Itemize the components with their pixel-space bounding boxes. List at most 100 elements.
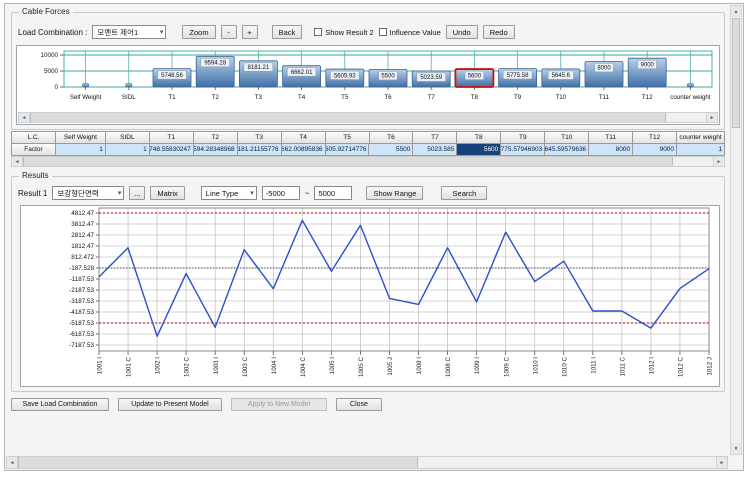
bar-chart-x-label: T5	[341, 94, 349, 101]
factor-table-scroll-thumb[interactable]	[23, 157, 673, 166]
chevron-down-icon: ▾	[118, 189, 122, 197]
factor-table-header-cell: T2	[194, 132, 238, 144]
result-series-line	[99, 220, 709, 336]
scroll-left-icon[interactable]: ◄	[12, 157, 23, 166]
back-button[interactable]: Back	[272, 25, 303, 39]
bar-chart-x-label: T6	[384, 94, 392, 101]
factor-table-header-cell: L.C.	[12, 132, 56, 144]
factor-cell[interactable]: 1	[56, 144, 106, 156]
window-v-scroll-thumb[interactable]	[732, 18, 740, 128]
bar-chart-x-label: counter weight	[670, 94, 711, 101]
scroll-left-icon[interactable]: ◄	[19, 113, 30, 122]
factor-cell[interactable]: 5748.55830247	[150, 144, 194, 156]
cable-forces-group-label: Cable Forces	[19, 7, 73, 16]
factor-cell[interactable]: 8181.21155776	[238, 144, 282, 156]
factor-row-label[interactable]: Factor	[12, 144, 56, 156]
matrix-button[interactable]: Matrix	[150, 186, 184, 200]
close-button[interactable]: Close	[336, 398, 382, 411]
checkbox-icon	[379, 28, 387, 36]
bar-chart-x-label: T1	[168, 94, 176, 101]
factor-cell[interactable]: 5023.585	[413, 144, 457, 156]
scroll-up-icon[interactable]: ▲	[731, 6, 741, 17]
bar-value-label: 9594.28	[204, 61, 226, 67]
browse-button[interactable]: ...	[129, 186, 145, 200]
search-button[interactable]: Search	[441, 186, 487, 200]
redo-button[interactable]: Redo	[483, 25, 515, 39]
factor-cell[interactable]: 9000	[633, 144, 677, 156]
line-chart-x-label: 1012 J	[707, 357, 714, 376]
factor-cell[interactable]: 5605.92714776	[326, 144, 370, 156]
factor-table-header-cell: Self Weight	[56, 132, 106, 144]
scroll-left-icon[interactable]: ◄	[7, 457, 18, 468]
undo-button[interactable]: Undo	[446, 25, 478, 39]
bar-chart-h-scrollbar[interactable]: ◄ ►	[18, 112, 718, 123]
factor-cell[interactable]: 1	[677, 144, 725, 156]
scroll-right-icon[interactable]: ►	[706, 113, 717, 122]
bar-chart-x-label: T9	[514, 94, 522, 101]
zoom-out-button[interactable]: -	[221, 25, 237, 39]
result-type-select[interactable]: 보강형단면력 ▾	[52, 186, 124, 200]
chevron-down-icon: ▾	[250, 189, 254, 197]
scroll-right-icon[interactable]: ►	[716, 457, 727, 468]
window-v-scrollbar[interactable]: ▲ ▼	[730, 5, 742, 455]
bar-counter weight[interactable]	[687, 84, 693, 88]
zoom-in-button[interactable]: +	[242, 25, 258, 39]
bar-chart-scroll-thumb[interactable]	[30, 113, 666, 122]
bar-chart-x-label: T12	[642, 94, 653, 101]
result-line-chart[interactable]: 4812.473812.472812.471812.47812.472-187.…	[21, 206, 719, 386]
factor-table-h-scrollbar[interactable]: ◄ ►	[11, 156, 725, 167]
range-tilde-label: ~	[305, 189, 310, 198]
factor-table-header-cell: T8	[457, 132, 501, 144]
factor-cell[interactable]: 9594.28348968	[194, 144, 238, 156]
factor-cell[interactable]: 1	[106, 144, 150, 156]
bar-chart-x-label: SIDL	[122, 94, 136, 101]
bar-chart-x-label: T8	[471, 94, 479, 101]
influence-value-checkbox[interactable]: Influence Value	[379, 28, 441, 37]
line-type-select[interactable]: Line Type ▾	[201, 186, 257, 200]
bar-chart-x-label: T4	[298, 94, 306, 101]
show-result-2-checkbox[interactable]: Show Result 2	[314, 28, 373, 37]
factor-cell[interactable]: 8000	[589, 144, 633, 156]
line-chart-x-label: 1005 J	[387, 357, 394, 376]
line-chart-x-label: 1012 C	[678, 356, 685, 376]
factor-table-header-cell: T3	[238, 132, 282, 144]
line-chart-y-tick: -5187.53	[69, 320, 94, 327]
bar-value-label: 5645.6	[552, 73, 571, 79]
range-max-input[interactable]	[314, 186, 352, 200]
save-load-combination-button[interactable]: Save Load Combination	[11, 398, 109, 411]
line-chart-x-label: 1010 C	[561, 356, 568, 376]
factor-table[interactable]: L.C.Self WeightSIDLT1T2T3T4T5T6T7T8T9T10…	[11, 131, 725, 156]
factor-cell[interactable]: 5645.59579636	[545, 144, 589, 156]
factor-cell[interactable]: 5600	[457, 144, 501, 156]
line-chart-x-label: 1009 I	[474, 357, 481, 374]
factor-cell[interactable]: 5500	[369, 144, 413, 156]
line-chart-y-tick: 812.472	[71, 254, 94, 261]
factor-table-header-cell: T11	[589, 132, 633, 144]
factor-cell[interactable]: 5775.57946903	[501, 144, 545, 156]
line-chart-x-label: 1002 C	[184, 356, 191, 376]
line-type-value: Line Type	[206, 189, 238, 198]
bar-chart-x-label: T7	[428, 94, 436, 101]
dialog-window: Cable Forces Load Combination : 모멘트 제어1 …	[4, 3, 744, 471]
factor-cell[interactable]: 6662.00895836	[282, 144, 326, 156]
scroll-down-icon[interactable]: ▼	[731, 443, 741, 454]
line-chart-x-label: 1005 I	[329, 357, 336, 374]
line-chart-y-tick: 3812.47	[71, 221, 94, 228]
bar-value-label: 5775.58	[507, 73, 529, 79]
show-range-button[interactable]: Show Range	[366, 186, 423, 200]
cable-force-tuning-dialog: Cable Forces Load Combination : 모멘트 제어1 …	[0, 0, 746, 480]
zoom-button[interactable]: Zoom	[182, 25, 215, 39]
line-chart-y-tick: 2812.47	[71, 232, 94, 239]
line-chart-y-tick: -2187.53	[69, 287, 94, 294]
line-chart-x-label: 1011 I	[590, 357, 597, 374]
bar-Self Weight[interactable]	[83, 84, 89, 88]
update-to-present-model-button[interactable]: Update to Present Model	[118, 398, 222, 411]
bar-SIDL[interactable]	[126, 84, 132, 88]
bar-value-label: 5500	[381, 74, 395, 80]
load-combination-select[interactable]: 모멘트 제어1 ▾	[92, 25, 166, 39]
window-scroll-thumb[interactable]	[18, 457, 418, 468]
scroll-right-icon[interactable]: ►	[713, 157, 724, 166]
cable-forces-bar-chart[interactable]: 0500010000Self WeightSIDL5748.56T19594.2…	[18, 47, 718, 113]
window-h-scrollbar[interactable]: ◄ ►	[6, 456, 728, 469]
range-min-input[interactable]	[262, 186, 300, 200]
